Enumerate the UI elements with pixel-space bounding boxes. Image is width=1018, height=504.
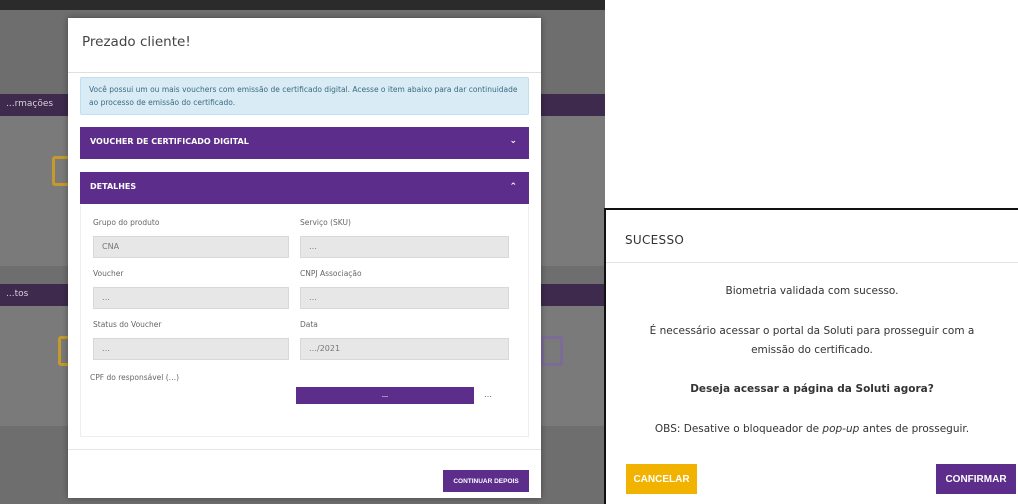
background-topbar	[0, 0, 605, 10]
modal-footer-divider	[68, 449, 541, 450]
validate-cpf-button[interactable]: …	[296, 387, 474, 404]
success-dialog: SUCESSO Biometria validada com sucesso. …	[604, 208, 1018, 504]
dialog-message-biometria: Biometria validada com sucesso.	[725, 285, 899, 297]
confirm-button[interactable]: CONFIRMAR	[936, 464, 1016, 494]
field-label-servico-sku: Serviço (SKU)	[300, 218, 351, 227]
field-input-data[interactable]: …/2021	[300, 338, 509, 360]
background-band-2-label: ...tos	[6, 289, 29, 299]
field-input-servico-sku[interactable]: …	[300, 236, 509, 258]
field-label-grupo-produto: Grupo do produto	[93, 218, 160, 227]
background-app: ...rmações ...tos Prezado cliente! Você …	[0, 0, 605, 504]
dialog-obs-italic: pop-up	[822, 423, 860, 435]
dialog-question: Deseja acessar a página da Soluti agora?	[690, 383, 934, 395]
field-input-status-voucher[interactable]: …	[93, 338, 289, 360]
accordion-details-header[interactable]: DETALHES ⌃	[80, 172, 529, 204]
modal-header-divider	[68, 72, 541, 73]
modal-title: Prezado cliente!	[82, 34, 191, 50]
field-input-cnpj-associacao[interactable]: …	[300, 287, 509, 309]
chevron-up-icon: ⌃	[509, 182, 517, 192]
background-band-1-label: ...rmações	[6, 99, 54, 109]
field-label-voucher: Voucher	[93, 269, 124, 278]
accordion-details-body: Grupo do produto CNA Serviço (SKU) … Vou…	[80, 205, 529, 437]
field-input-voucher[interactable]: …	[93, 287, 289, 309]
dialog-header-divider	[606, 262, 1018, 263]
dialog-obs-prefix: OBS: Desative o bloqueador de	[654, 423, 823, 435]
accordion-voucher-label: VOUCHER DE CERTIFICADO DIGITAL	[90, 137, 249, 146]
continue-later-button[interactable]: CONTINUAR DEPOIS	[443, 470, 529, 492]
dialog-obs-suffix: antes de prosseguir.	[859, 423, 970, 435]
accordion-voucher-header[interactable]: VOUCHER DE CERTIFICADO DIGITAL ⌄	[80, 127, 529, 159]
field-label-data: Data	[300, 320, 318, 329]
stage: ...rmações ...tos Prezado cliente! Você …	[0, 0, 1018, 504]
cancel-button[interactable]: CANCELAR	[626, 464, 697, 494]
ok-text: …	[484, 390, 492, 399]
chevron-down-icon: ⌄	[509, 136, 517, 146]
dialog-obs: OBS: Desative o bloqueador de pop-up ant…	[606, 420, 1018, 439]
cpf-responsavel-label: CPF do responsável (…)	[90, 373, 180, 382]
field-input-grupo-produto[interactable]: CNA	[93, 236, 289, 258]
background-code-icon	[541, 336, 563, 366]
dialog-message-portal-line2: emissão do certificado.	[751, 344, 873, 356]
field-label-status-voucher: Status do Voucher	[93, 320, 162, 329]
dialog-title: SUCESSO	[625, 233, 685, 247]
field-label-cnpj-associacao: CNPJ Associação	[300, 269, 362, 278]
info-alert: Você possui um ou mais vouchers com emis…	[80, 77, 529, 115]
accordion-details-label: DETALHES	[90, 182, 137, 191]
dialog-message-portal-line1: É necessário acessar o portal da Soluti …	[649, 325, 975, 337]
prezado-cliente-modal: Prezado cliente! Você possui um ou mais …	[68, 18, 541, 498]
